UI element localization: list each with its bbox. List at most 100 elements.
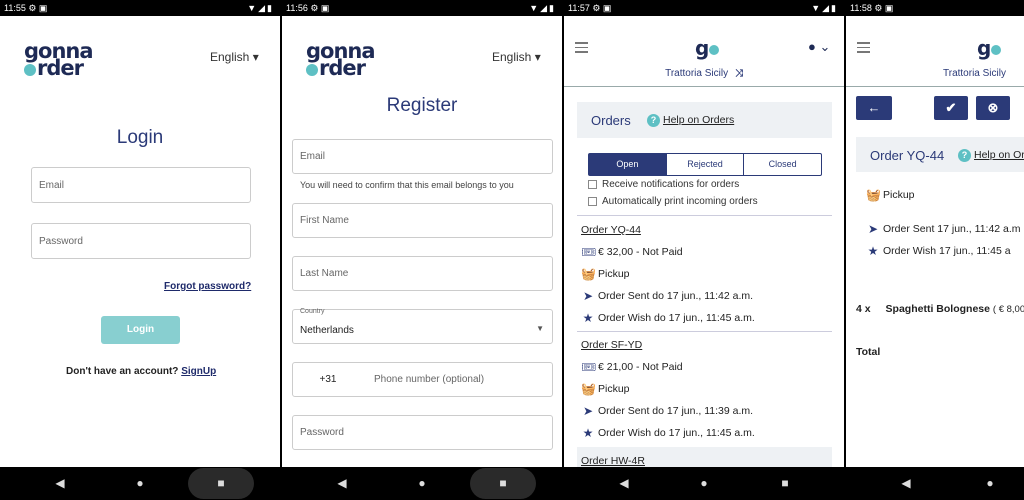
- go-logo: g: [977, 36, 1002, 60]
- divider: [577, 215, 832, 216]
- status-bar: 11:57 ⚙ ▣ ▼◢▮: [564, 0, 844, 16]
- help-link[interactable]: ? Help on Or: [958, 149, 1024, 162]
- type-text: Pickup: [883, 189, 915, 201]
- star-icon: ★: [582, 311, 594, 325]
- order-wish: ★ Order Wish do 17 jun., 11:45 a.m.: [581, 426, 755, 440]
- order-wish: ★ Order Wish 17 jun., 11:45 a: [866, 244, 1011, 258]
- status-time: 11:57: [568, 3, 590, 13]
- status-time: 11:55: [4, 3, 26, 13]
- back-icon[interactable]: ◀: [886, 467, 926, 500]
- page-title: Login: [116, 127, 164, 148]
- order-sent: ➤ Order Sent 17 jun., 11:42 a.m: [866, 222, 1021, 236]
- menu-icon[interactable]: [575, 42, 588, 56]
- divider: [577, 331, 832, 332]
- android-nav-bar: ◀ ● ■: [282, 467, 562, 500]
- help-text: Help on Or: [974, 149, 1024, 161]
- sent-text: Order Sent 17 jun., 11:42 a.m: [883, 223, 1021, 235]
- last-name-input[interactable]: Last Name: [292, 256, 553, 291]
- basket-icon: 🧺: [866, 188, 881, 202]
- first-name-input[interactable]: First Name: [292, 203, 553, 238]
- dial-code[interactable]: +31: [300, 374, 356, 385]
- item-name: Spaghetti Bolognese: [885, 303, 990, 315]
- status-time: 11:56: [286, 3, 308, 13]
- restaurant-bar[interactable]: Trattoria Sicily ⤨: [564, 68, 844, 87]
- password-input[interactable]: Password: [292, 415, 553, 450]
- logo-dot: [991, 45, 1002, 55]
- status-bar: 11:55 ⚙ ▣ ▼◢▮: [0, 0, 280, 16]
- phone-input[interactable]: +31 Phone number (optional): [292, 362, 553, 397]
- checkbox-box[interactable]: [588, 180, 597, 189]
- help-icon: ?: [647, 114, 660, 127]
- gonnaorder-logo: gonna rder: [306, 41, 376, 80]
- paper-plane-icon: ➤: [867, 222, 879, 236]
- email-input[interactable]: Email: [31, 167, 251, 203]
- android-nav-bar: ◀ ● ■: [0, 467, 280, 500]
- email-hint: You will need to confirm that this email…: [300, 180, 514, 190]
- orders-screen: 11:57 ⚙ ▣ ▼◢▮ g ● ⌄ Trattoria Sicily ⤨ O…: [564, 0, 844, 500]
- forgot-password-link[interactable]: Forgot password?: [164, 281, 251, 292]
- status-bar: 11:56 ⚙ ▣ ▼◢▮: [282, 0, 562, 16]
- item-price: ( € 8,00: [992, 304, 1024, 315]
- tab-rejected[interactable]: Rejected: [667, 154, 745, 175]
- basket-icon: 🧺: [581, 382, 596, 396]
- language-selector[interactable]: English ▾: [492, 50, 541, 64]
- password-input[interactable]: Password: [31, 223, 251, 259]
- orders-header: Orders ? Help on Orders: [577, 102, 832, 138]
- login-screen: 11:55 ⚙ ▣ ▼◢▮ gonna rder English ▾ Login…: [0, 0, 280, 500]
- paper-plane-icon: ➤: [582, 404, 594, 418]
- tab-closed[interactable]: Closed: [744, 154, 821, 175]
- recents-icon[interactable]: ■: [201, 467, 241, 500]
- menu-icon[interactable]: [857, 42, 870, 56]
- checkbox-box[interactable]: [588, 197, 597, 206]
- home-icon[interactable]: ●: [402, 467, 442, 500]
- order-link[interactable]: Order SF-YD: [581, 339, 642, 351]
- restaurant-bar[interactable]: Trattoria Sicily: [846, 68, 1024, 87]
- tab-open[interactable]: Open: [589, 154, 667, 175]
- back-icon[interactable]: ◀: [604, 467, 644, 500]
- order-type: 🧺 Pickup: [581, 267, 630, 281]
- star-icon: ★: [582, 426, 594, 440]
- email-input[interactable]: Email: [292, 139, 553, 174]
- user-menu-icon[interactable]: ● ⌄: [808, 39, 830, 55]
- gonnaorder-logo: gonna rder: [24, 41, 94, 80]
- back-icon[interactable]: ◀: [322, 467, 362, 500]
- switch-icon[interactable]: ⤨: [735, 68, 743, 79]
- status-time: 11:58: [850, 3, 872, 13]
- wish-text: Order Wish do 17 jun., 11:45 a.m.: [598, 312, 755, 324]
- country-select[interactable]: Country Netherlands ▼: [292, 308, 553, 344]
- signup-link[interactable]: SignUp: [181, 366, 216, 377]
- android-nav-bar: ◀ ●: [846, 467, 1024, 500]
- help-link[interactable]: ? Help on Orders: [647, 114, 734, 127]
- login-button[interactable]: Login: [101, 316, 180, 344]
- total-label: Total: [856, 346, 881, 358]
- logo-text-bottom: rder: [319, 56, 366, 80]
- home-icon[interactable]: ●: [684, 467, 724, 500]
- basket-icon: 🧺: [581, 267, 596, 281]
- sent-text: Order Sent do 17 jun., 11:39 a.m.: [598, 405, 754, 417]
- order-link[interactable]: Order YQ-44: [581, 224, 641, 236]
- autoprint-checkbox[interactable]: Automatically print incoming orders: [588, 196, 758, 207]
- home-icon[interactable]: ●: [120, 467, 160, 500]
- home-icon[interactable]: ●: [970, 467, 1010, 500]
- logo-dot: [709, 45, 720, 55]
- notify-checkbox[interactable]: Receive notifications for orders: [588, 179, 739, 190]
- recents-icon[interactable]: ■: [483, 467, 523, 500]
- star-icon: ★: [867, 244, 879, 258]
- logo-dot: [306, 64, 318, 76]
- order-header: Order YQ-44 ? Help on Or: [856, 137, 1024, 172]
- reject-button[interactable]: ⊗: [976, 96, 1010, 120]
- register-screen: 11:56 ⚙ ▣ ▼◢▮ gonna rder English ▾ Regis…: [282, 0, 562, 500]
- order-title: Order YQ-44: [870, 148, 945, 163]
- logo-text-bottom: rder: [37, 56, 84, 80]
- ticket-icon: 🎟: [581, 360, 597, 374]
- type-text: Pickup: [598, 383, 630, 395]
- accept-button[interactable]: ✔: [934, 96, 968, 120]
- item-qty: 4 x: [856, 303, 871, 315]
- order-status-tabs: Open Rejected Closed: [588, 153, 822, 176]
- back-button[interactable]: ←: [856, 96, 892, 120]
- recents-icon[interactable]: ■: [765, 467, 805, 500]
- language-selector[interactable]: English ▾: [210, 50, 259, 64]
- order-link[interactable]: Order HW-4R: [581, 455, 645, 467]
- back-icon[interactable]: ◀: [40, 467, 80, 500]
- no-account-text: Don't have an account?: [66, 366, 179, 377]
